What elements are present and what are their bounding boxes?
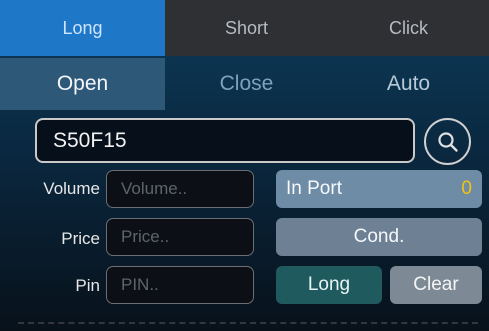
- top-tab-bar: Long Short Click: [0, 0, 489, 56]
- in-port-label: In Port: [286, 178, 342, 199]
- tab-click[interactable]: Click: [328, 0, 489, 56]
- symbol-input[interactable]: S50F15: [35, 118, 415, 163]
- tab-long[interactable]: Long: [0, 0, 165, 56]
- price-label: Price: [61, 229, 100, 248]
- clear-button[interactable]: Clear: [390, 266, 482, 304]
- long-button[interactable]: Long: [276, 266, 382, 304]
- pin-field[interactable]: PIN..: [106, 266, 254, 304]
- tab-open[interactable]: Open: [0, 58, 165, 110]
- bottom-divider: [18, 322, 478, 324]
- search-button[interactable]: [424, 118, 471, 165]
- volume-label: Volume: [43, 179, 100, 198]
- cond-button[interactable]: Cond.: [276, 218, 482, 256]
- tab-short[interactable]: Short: [165, 0, 328, 56]
- in-port-count: 0: [461, 178, 472, 199]
- price-field[interactable]: Price..: [106, 218, 254, 256]
- search-icon: [437, 131, 458, 152]
- order-mode-tabs: Open Close Auto: [0, 58, 489, 110]
- tab-auto[interactable]: Auto: [328, 58, 489, 110]
- pin-label: Pin: [75, 276, 100, 295]
- tab-close[interactable]: Close: [165, 58, 328, 110]
- in-port-button[interactable]: In Port 0: [276, 170, 482, 208]
- trading-panel: Long Short Click Open Close Auto S50F15 …: [0, 0, 489, 331]
- volume-field[interactable]: Volume..: [106, 170, 254, 208]
